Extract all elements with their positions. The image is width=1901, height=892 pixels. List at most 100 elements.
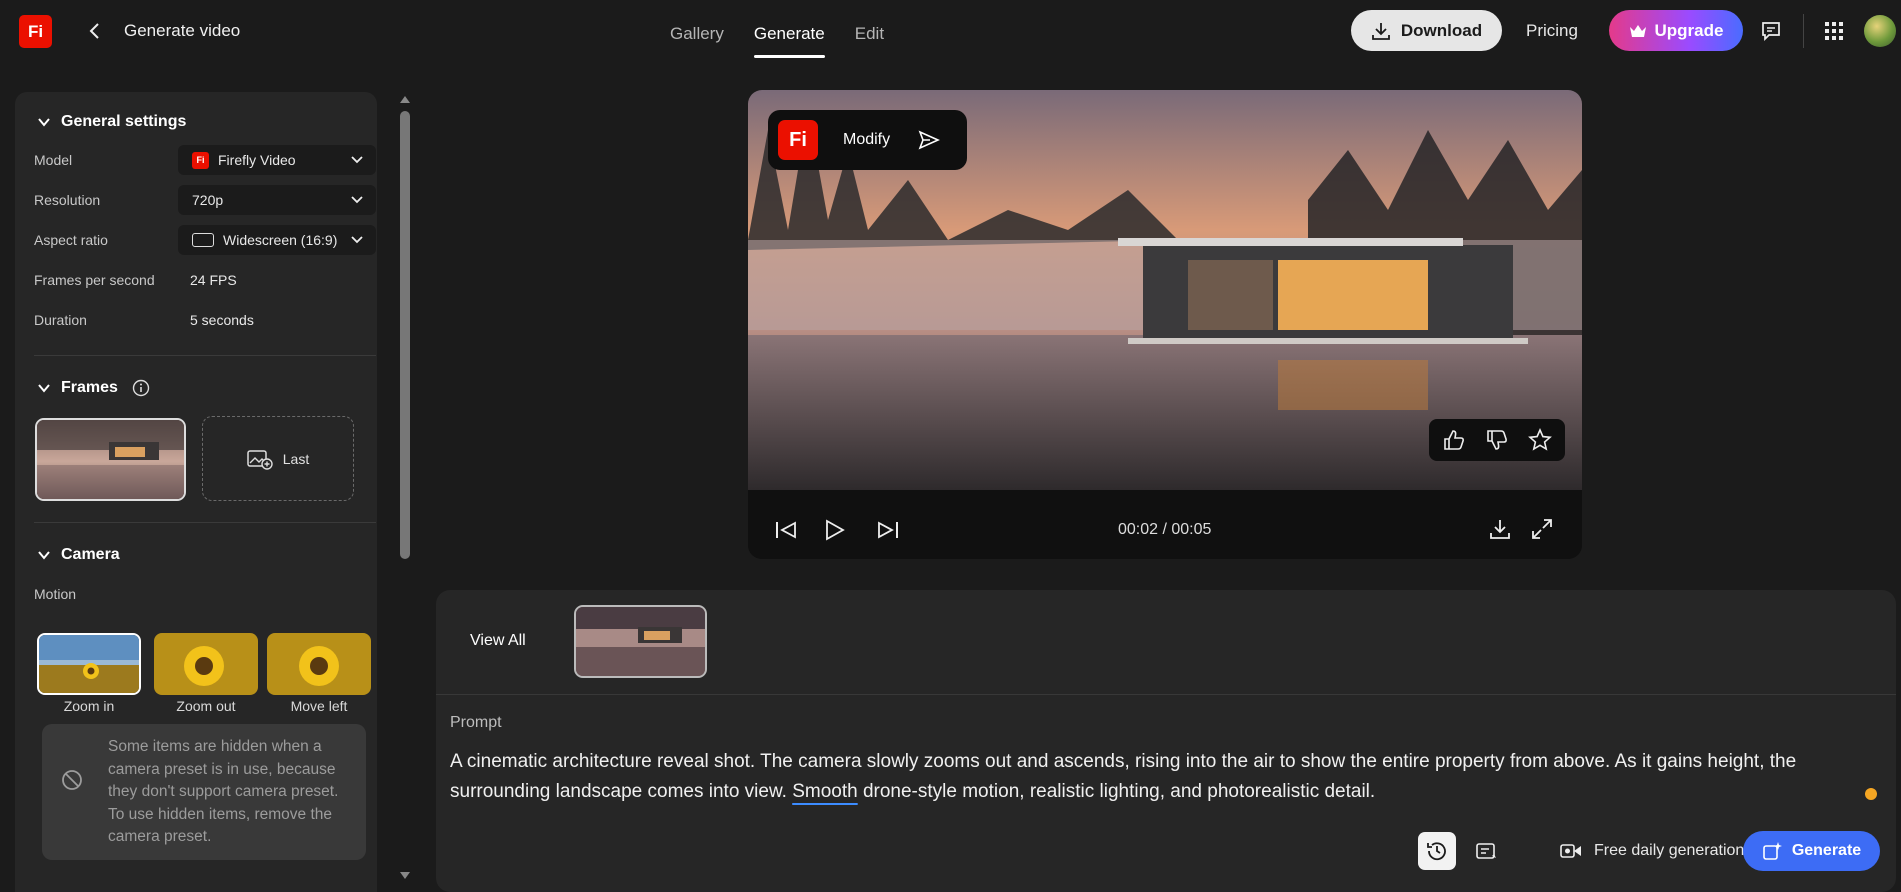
send-icon [918, 130, 941, 150]
section-divider [34, 522, 376, 523]
time-display: 00:02 / 00:05 [1118, 521, 1212, 538]
modify-button[interactable]: Modify [843, 131, 890, 149]
generation-image [576, 607, 705, 676]
section-divider [34, 355, 376, 356]
feedback-button[interactable] [1756, 16, 1786, 46]
generate-button[interactable]: Generate [1743, 831, 1880, 871]
model-select[interactable]: Fi Firefly Video [178, 145, 376, 175]
main-nav: Gallery Generate Edit [670, 24, 914, 58]
rating-toolbar [1429, 419, 1565, 461]
first-frame-thumbnail[interactable] [35, 418, 186, 501]
credits-icon [1560, 844, 1581, 858]
status-indicator [1865, 788, 1877, 800]
crown-icon [1629, 24, 1646, 37]
history-icon [1427, 842, 1446, 861]
duration-value: 5 seconds [190, 312, 254, 328]
thumbs-up-icon [1444, 430, 1465, 450]
top-bar: Fi Generate video Gallery Generate Edit … [0, 0, 1901, 64]
chevron-down-icon [351, 156, 363, 164]
general-settings-header[interactable]: General settings [37, 113, 186, 131]
view-all-button[interactable]: View All [470, 632, 526, 650]
prompt-input[interactable]: A cinematic architecture reveal shot. Th… [450, 747, 1870, 807]
sunflower-field-image [154, 633, 258, 695]
duration-label: Duration [34, 312, 87, 328]
widescreen-icon [192, 233, 214, 247]
download-label: Download [1400, 20, 1483, 40]
chevron-left-icon [89, 23, 99, 39]
sparkle-video-icon [1763, 842, 1782, 860]
preset-label: Move left [290, 698, 348, 714]
aspect-ratio-select[interactable]: Widescreen (16:9) [178, 225, 376, 255]
fps-value: 24 FPS [190, 272, 237, 288]
chevron-down-icon [38, 118, 50, 127]
play-icon [826, 519, 845, 541]
last-frame-slot[interactable]: Last [202, 416, 354, 501]
preset-move-left[interactable] [267, 633, 371, 695]
settings-panel: General settings Model Fi Firefly Video … [15, 92, 377, 892]
generation-thumbnail[interactable] [574, 605, 707, 678]
fullscreen-icon [1532, 519, 1552, 539]
chevron-down-icon [38, 384, 50, 393]
video-player[interactable]: Fi Modify 00:02 / 00:05 [748, 90, 1582, 559]
preset-zoom-in[interactable] [37, 633, 141, 695]
firefly-logo[interactable]: Fi [19, 15, 52, 48]
info-icon [132, 379, 150, 397]
add-image-icon [247, 449, 273, 470]
free-generations-label: Free daily generations [1594, 842, 1753, 859]
prompt-label: Prompt [450, 714, 502, 731]
download-icon [1371, 22, 1390, 40]
tab-edit[interactable]: Edit [855, 24, 884, 58]
general-settings-title: General settings [61, 113, 187, 130]
aspect-ratio-label: Aspect ratio [34, 232, 108, 248]
fps-label: Frames per second [34, 272, 155, 288]
download-button[interactable]: Download [1351, 10, 1502, 51]
chevron-down-icon [351, 196, 363, 204]
download-icon [1490, 520, 1510, 539]
preset-zoom-out[interactable] [154, 633, 258, 695]
prompt-panel: View All Prompt A cinematic architecture… [436, 590, 1896, 892]
header-divider [1803, 14, 1804, 48]
scroll-down-icon [400, 872, 410, 879]
resolution-label: Resolution [34, 192, 101, 208]
ban-icon [62, 770, 82, 790]
sunflower-field-image [39, 635, 139, 693]
panel-divider [436, 694, 1896, 695]
firefly-logo: Fi [778, 120, 818, 160]
model-value: Firefly Video [218, 152, 296, 168]
back-button[interactable] [82, 18, 108, 44]
apps-button[interactable] [1819, 16, 1849, 46]
chevron-down-icon [38, 551, 50, 560]
skip-back-icon [776, 521, 796, 539]
chevron-down-icon [351, 236, 363, 244]
camera-title: Camera [61, 546, 120, 563]
prompt-text-end: drone-style motion, realistic lighting, … [857, 781, 1376, 802]
grid-icon [1825, 22, 1843, 40]
skip-forward-icon [878, 521, 898, 539]
camera-header[interactable]: Camera [37, 546, 120, 564]
prompt-history-button[interactable] [1418, 832, 1456, 870]
modify-toolbar: Fi Modify [768, 110, 967, 170]
pricing-link[interactable]: Pricing [1526, 21, 1578, 41]
generate-label: Generate [1791, 842, 1862, 859]
tab-gallery[interactable]: Gallery [670, 24, 724, 58]
upgrade-button[interactable]: Upgrade [1609, 10, 1743, 51]
page-title: Generate video [124, 21, 241, 40]
free-generations-info: Free daily generations [1560, 842, 1752, 860]
first-frame-image [37, 420, 184, 499]
camera-preset-tooltip: Some items are hidden when a camera pres… [42, 724, 366, 860]
scrollbar-thumb[interactable] [400, 111, 410, 559]
motion-label: Motion [34, 586, 77, 602]
message-icon [1762, 22, 1780, 42]
user-avatar[interactable] [1864, 15, 1896, 47]
frames-title: Frames [61, 379, 118, 396]
tooltip-text: Some items are hidden when a camera pres… [108, 738, 339, 845]
scroll-up-icon [400, 96, 410, 103]
last-frame-label: Last [282, 450, 310, 467]
resolution-select[interactable]: 720p [178, 185, 376, 215]
model-label: Model [34, 152, 73, 168]
frames-header[interactable]: Frames [37, 379, 150, 397]
tab-generate[interactable]: Generate [753, 24, 825, 58]
sunflower-field-image [267, 633, 371, 695]
preset-label: Zoom in [63, 698, 115, 714]
preset-label: Zoom out [176, 698, 236, 714]
